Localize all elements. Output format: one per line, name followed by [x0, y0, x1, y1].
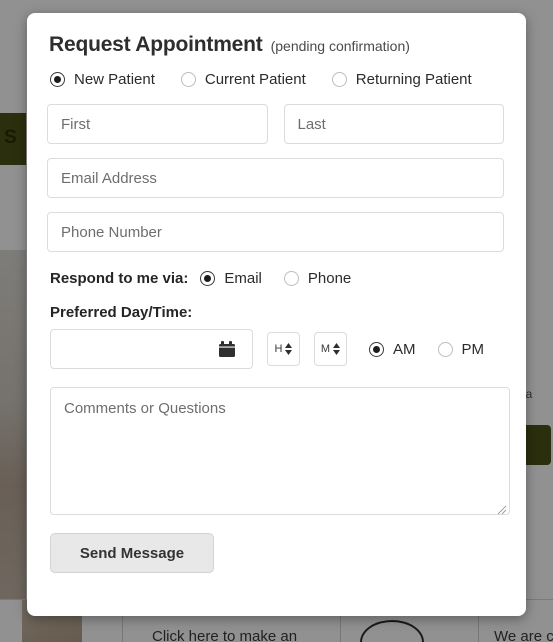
first-name-input[interactable]: First — [47, 104, 268, 144]
comments-textarea[interactable]: Comments or Questions — [50, 387, 510, 515]
radio-current-patient[interactable]: Current Patient — [180, 71, 306, 88]
radio-returning-patient-indicator — [331, 72, 347, 87]
hour-stepper[interactable]: H — [267, 332, 300, 366]
meridiem-radio-group: AM PM — [369, 341, 484, 358]
radio-new-patient-indicator — [50, 72, 65, 87]
resize-handle-icon[interactable] — [497, 502, 507, 515]
request-appointment-modal: Request Appointment (pending confirmatio… — [27, 13, 526, 616]
radio-current-patient-label: Current Patient — [204, 71, 306, 88]
radio-returning-patient-label: Returning Patient — [355, 71, 472, 88]
email-field[interactable]: Email Address — [47, 158, 504, 198]
minute-stepper-label: M — [320, 343, 331, 355]
phone-row: Phone Number — [47, 212, 504, 252]
radio-pm-label: PM — [461, 340, 485, 358]
date-picker-input[interactable] — [50, 329, 253, 369]
chevron-updown-icon — [285, 343, 293, 355]
radio-new-patient-label: New Patient — [74, 71, 155, 88]
page-subtitle: (pending confirmation) — [270, 38, 410, 54]
radio-current-patient-indicator — [180, 72, 196, 87]
radio-respond-email-indicator — [200, 271, 216, 286]
radio-returning-patient[interactable]: Returning Patient — [331, 71, 472, 88]
last-name-input[interactable]: Last — [283, 104, 504, 144]
preferred-daytime-label: Preferred Day/Time: — [50, 304, 193, 321]
radio-respond-phone-label: Phone — [307, 270, 352, 287]
modal-header: Request Appointment (pending confirmatio… — [49, 33, 504, 57]
minute-stepper[interactable]: M — [314, 332, 347, 366]
preferred-daytime-row: H M AM PM — [50, 329, 504, 369]
chevron-updown-icon — [333, 343, 341, 355]
contact-fields: First Last Email Address Phone Number — [47, 104, 504, 252]
email-row: Email Address — [47, 158, 504, 198]
hour-stepper-label: H — [274, 343, 283, 355]
radio-respond-email-label: Email — [224, 270, 262, 287]
radio-respond-email[interactable]: Email — [200, 270, 262, 287]
radio-am-indicator — [369, 341, 384, 357]
respond-via-label: Respond to me via: — [50, 270, 189, 287]
radio-respond-phone[interactable]: Phone — [283, 270, 352, 287]
radio-pm-indicator — [437, 341, 453, 357]
comments-placeholder: Comments or Questions — [64, 400, 226, 417]
calendar-icon — [218, 339, 239, 360]
name-row: First Last — [47, 104, 504, 144]
patient-type-radio-group: New Patient Current Patient Returning Pa… — [50, 71, 504, 88]
radio-respond-phone-indicator — [283, 271, 299, 286]
page-title: Request Appointment — [49, 33, 263, 56]
send-message-button[interactable]: Send Message — [50, 533, 214, 573]
radio-am-label: AM — [393, 340, 416, 358]
phone-field[interactable]: Phone Number — [47, 212, 504, 252]
radio-am[interactable]: AM — [369, 341, 416, 358]
radio-pm[interactable]: PM — [437, 340, 485, 358]
respond-via-group: Respond to me via: Email Phone — [50, 270, 504, 287]
radio-new-patient[interactable]: New Patient — [50, 71, 155, 88]
